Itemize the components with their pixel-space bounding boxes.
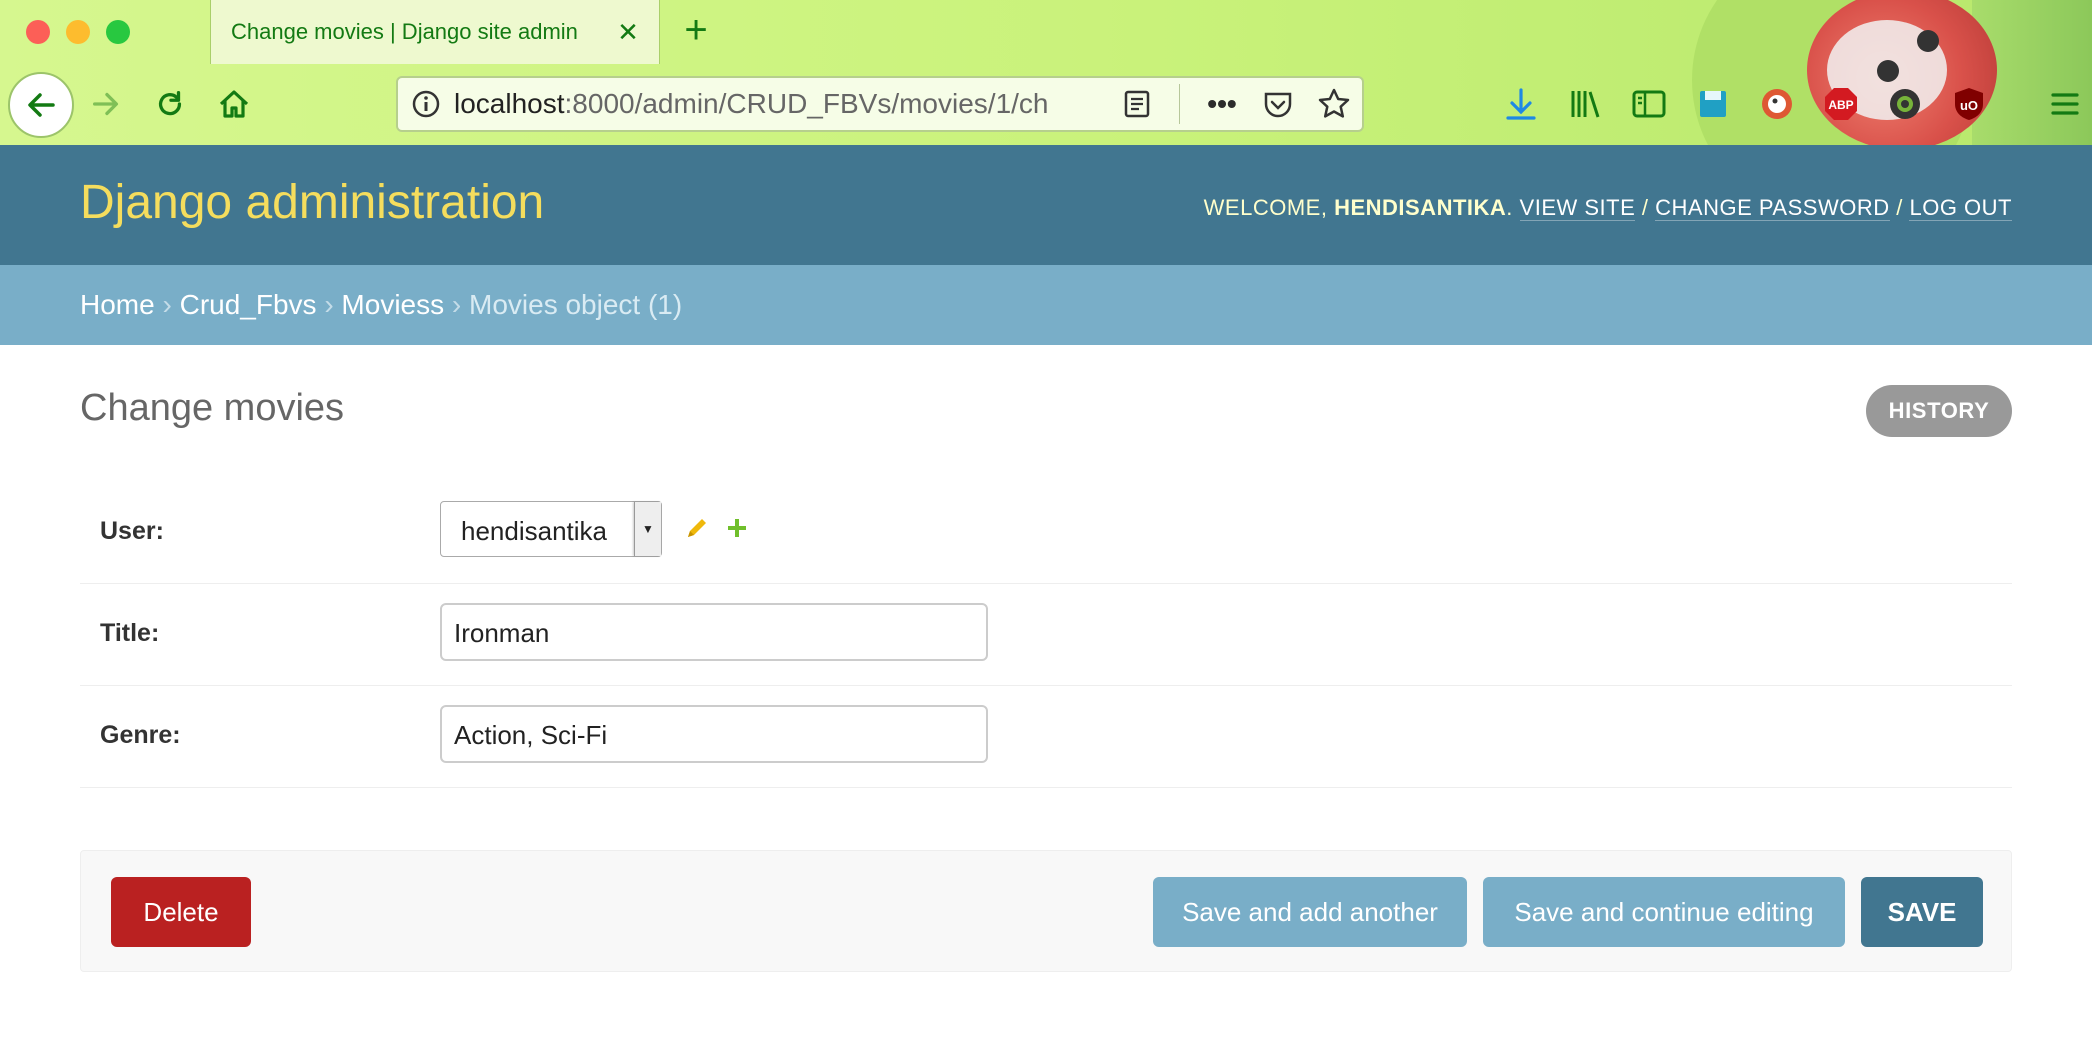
delete-button[interactable]: Delete (111, 877, 251, 947)
sidebar-icon[interactable] (1624, 79, 1674, 129)
adblock-plus-icon[interactable]: ABP (1816, 79, 1866, 129)
save-page-icon[interactable] (1688, 79, 1738, 129)
save-and-add-another-button[interactable]: Save and add another (1153, 877, 1467, 947)
breadcrumb: Home › Crud_Fbvs › Moviess › Movies obje… (0, 265, 2092, 345)
more-actions-icon[interactable]: ••• (1194, 76, 1250, 132)
save-button[interactable]: SAVE (1861, 877, 1983, 947)
plus-icon (728, 519, 746, 537)
form-row-user: User: hendisantika ▼ (80, 345, 2012, 584)
hamburger-menu-icon[interactable] (2040, 79, 2090, 129)
navigation-bar: localhost:8000/admin/CRUD_FBVs/movies/1/… (0, 64, 2092, 144)
form-row-genre: Genre: Action, Sci-Fi (80, 685, 2012, 788)
plus-icon: + (684, 8, 708, 52)
chevron-down-icon[interactable]: ▼ (634, 502, 661, 556)
window-minimize-button[interactable] (66, 20, 90, 44)
arrow-left-icon (28, 93, 55, 117)
form-row-title: Title: Ironman (80, 583, 2012, 686)
browser-tab[interactable]: Change movies | Django site admin ✕ (210, 0, 660, 64)
welcome-text: WELCOME, (1203, 195, 1328, 220)
title-label: Title: (100, 619, 160, 647)
user-label: User: (100, 517, 164, 545)
window-close-button[interactable] (26, 20, 50, 44)
library-icon[interactable] (1560, 79, 1610, 129)
svg-text:ABP: ABP (1828, 98, 1853, 112)
privacy-badger-icon[interactable] (1880, 79, 1930, 129)
address-bar[interactable]: localhost:8000/admin/CRUD_FBVs/movies/1/… (396, 76, 1364, 132)
user-select-value: hendisantika (461, 516, 607, 546)
new-tab-button[interactable]: + (676, 10, 716, 50)
genre-label: Genre: (100, 721, 181, 749)
arrow-right-icon (93, 92, 119, 116)
url-text[interactable]: localhost:8000/admin/CRUD_FBVs/movies/1/… (454, 88, 1109, 120)
breadcrumb-current: Movies object (1) (469, 289, 683, 320)
edit-user-link[interactable] (682, 513, 712, 543)
tab-bar: Change movies | Django site admin ✕ + (0, 0, 2092, 64)
info-icon[interactable] (398, 89, 454, 119)
toolbar-icons: ABP uO (1496, 72, 2090, 136)
reload-icon (158, 91, 182, 116)
home-icon (219, 90, 249, 118)
home-button[interactable] (202, 72, 266, 136)
breadcrumb-crud-fbvs[interactable]: Crud_Fbvs (180, 289, 317, 320)
add-user-link[interactable] (722, 513, 752, 543)
title-input[interactable]: Ironman (440, 603, 988, 661)
change-password-link[interactable]: CHANGE PASSWORD (1655, 195, 1890, 221)
reader-view-icon[interactable] (1109, 76, 1165, 132)
pocket-icon[interactable] (1250, 76, 1306, 132)
reload-button[interactable] (138, 72, 202, 136)
view-site-link[interactable]: VIEW SITE (1519, 195, 1636, 221)
genre-input[interactable]: Action, Sci-Fi (440, 705, 988, 763)
download-icon[interactable] (1496, 79, 1546, 129)
username: HENDISANTIKA (1334, 195, 1507, 220)
breadcrumb-moviess[interactable]: Moviess (341, 289, 444, 320)
user-select[interactable]: hendisantika ▼ (440, 501, 662, 557)
bookmark-star-icon[interactable] (1306, 76, 1362, 132)
submit-row: Delete Save and add another Save and con… (80, 850, 2012, 972)
close-icon[interactable]: ✕ (615, 17, 641, 47)
site-branding[interactable]: Django administration (80, 175, 544, 230)
sep (2008, 79, 2026, 129)
breadcrumb-home[interactable]: Home (80, 289, 155, 320)
forward-button[interactable] (74, 72, 138, 136)
window-zoom-button[interactable] (106, 20, 130, 44)
pencil-icon (688, 519, 706, 537)
admin-header: Django administration WELCOME, HENDISANT… (0, 145, 2092, 265)
back-button[interactable] (8, 72, 74, 138)
duckduckgo-icon[interactable] (1752, 79, 1802, 129)
svg-text:uO: uO (1960, 98, 1978, 113)
browser-chrome: Change movies | Django site admin ✕ + lo… (0, 0, 2092, 145)
user-tools: WELCOME, HENDISANTIKA. VIEW SITE / CHANG… (1203, 195, 2012, 221)
save-and-continue-button[interactable]: Save and continue editing (1483, 877, 1845, 947)
log-out-link[interactable]: LOG OUT (1909, 195, 2012, 221)
tab-title: Change movies | Django site admin (231, 19, 578, 44)
ublock-origin-icon[interactable]: uO (1944, 79, 1994, 129)
